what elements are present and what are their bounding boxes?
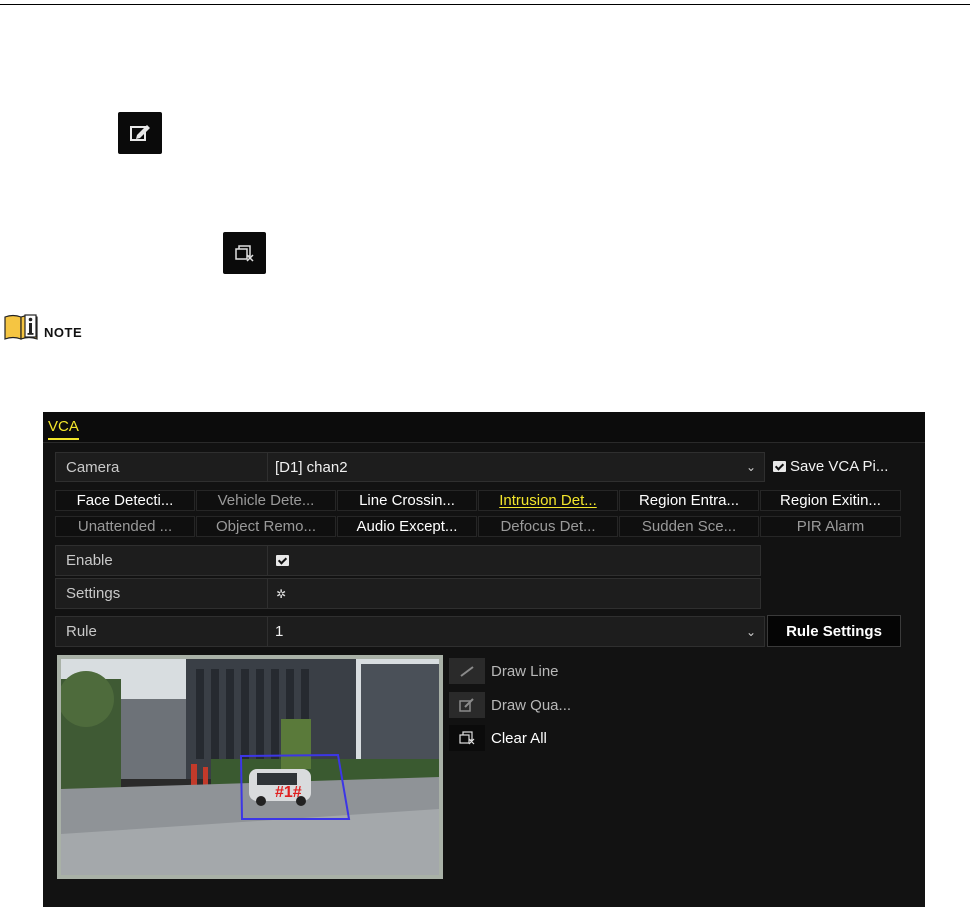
document-top-rule bbox=[0, 4, 970, 5]
enable-value bbox=[276, 546, 289, 575]
detection-tab-object-remo[interactable]: Object Remo... bbox=[196, 516, 336, 537]
draw-quad-label: Draw Qua... bbox=[491, 696, 572, 714]
vca-panel: VCA Camera [D1] chan2 ⌄ Save VCA Pi... F… bbox=[43, 412, 925, 907]
camera-row: Camera [D1] chan2 ⌄ bbox=[55, 452, 765, 482]
detection-tab-region-entra[interactable]: Region Entra... bbox=[619, 490, 759, 511]
chevron-down-icon: ⌄ bbox=[745, 460, 756, 474]
settings-value: ✲ bbox=[276, 579, 286, 608]
detection-tab-region-exitin[interactable]: Region Exitin... bbox=[760, 490, 901, 511]
rule-value: 1 bbox=[275, 623, 284, 640]
note-label: NOTE bbox=[44, 325, 83, 340]
settings-label: Settings bbox=[56, 579, 268, 608]
gear-icon[interactable]: ✲ bbox=[276, 587, 286, 601]
chevron-down-icon: ⌄ bbox=[745, 624, 756, 639]
save-vca-checkbox[interactable] bbox=[773, 461, 786, 472]
camera-select[interactable]: [D1] chan2 ⌄ bbox=[270, 453, 764, 481]
save-vca-label: Save VCA Pi... bbox=[790, 458, 889, 475]
camera-value: [D1] chan2 bbox=[275, 458, 348, 476]
preview-scene: #1# bbox=[61, 659, 439, 875]
detection-tab-defocus-det[interactable]: Defocus Det... bbox=[478, 516, 618, 537]
enable-checkbox[interactable] bbox=[276, 555, 289, 566]
tab-vca[interactable]: VCA bbox=[48, 418, 79, 440]
clear-all-icon bbox=[449, 725, 485, 751]
clear-all-label: Clear All bbox=[491, 729, 547, 747]
detection-tab-intrusion-det[interactable]: Intrusion Det... bbox=[478, 490, 618, 511]
clear-all-icon bbox=[223, 232, 266, 274]
detection-tab-line-crossin[interactable]: Line Crossin... bbox=[337, 490, 477, 511]
camera-preview[interactable]: #1# bbox=[57, 655, 443, 879]
detection-tab-unattended[interactable]: Unattended ... bbox=[55, 516, 195, 537]
rule-select[interactable]: 1 ⌄ bbox=[270, 617, 764, 646]
rule-label: Rule bbox=[56, 617, 268, 646]
draw-quad-tool[interactable]: Draw Qua... bbox=[449, 692, 571, 718]
detection-tab-vehicle-dete[interactable]: Vehicle Dete... bbox=[196, 490, 336, 511]
tab-strip: VCA bbox=[43, 412, 925, 443]
edit-icon bbox=[449, 692, 485, 718]
rule-row: Rule 1 ⌄ bbox=[55, 616, 765, 647]
camera-label: Camera bbox=[56, 453, 268, 481]
detection-tab-face-detecti[interactable]: Face Detecti... bbox=[55, 490, 195, 511]
enable-label: Enable bbox=[56, 546, 268, 575]
detection-tab-audio-except[interactable]: Audio Except... bbox=[337, 516, 477, 537]
draw-line-tool[interactable]: Draw Line bbox=[449, 658, 559, 684]
detection-tab-sudden-sce[interactable]: Sudden Sce... bbox=[619, 516, 759, 537]
clear-all-tool[interactable]: Clear All bbox=[449, 725, 547, 751]
region-label: #1# bbox=[275, 784, 302, 801]
info-note-icon bbox=[3, 313, 41, 341]
detection-tab-pir-alarm[interactable]: PIR Alarm bbox=[760, 516, 901, 537]
enable-row: Enable bbox=[55, 545, 761, 576]
rule-settings-button[interactable]: Rule Settings bbox=[767, 615, 901, 647]
save-vca-picture[interactable]: Save VCA Pi... bbox=[773, 458, 888, 475]
settings-row: Settings ✲ bbox=[55, 578, 761, 609]
draw-line-label: Draw Line bbox=[491, 662, 559, 680]
edit-icon bbox=[118, 112, 162, 154]
pencil-icon bbox=[449, 658, 485, 684]
